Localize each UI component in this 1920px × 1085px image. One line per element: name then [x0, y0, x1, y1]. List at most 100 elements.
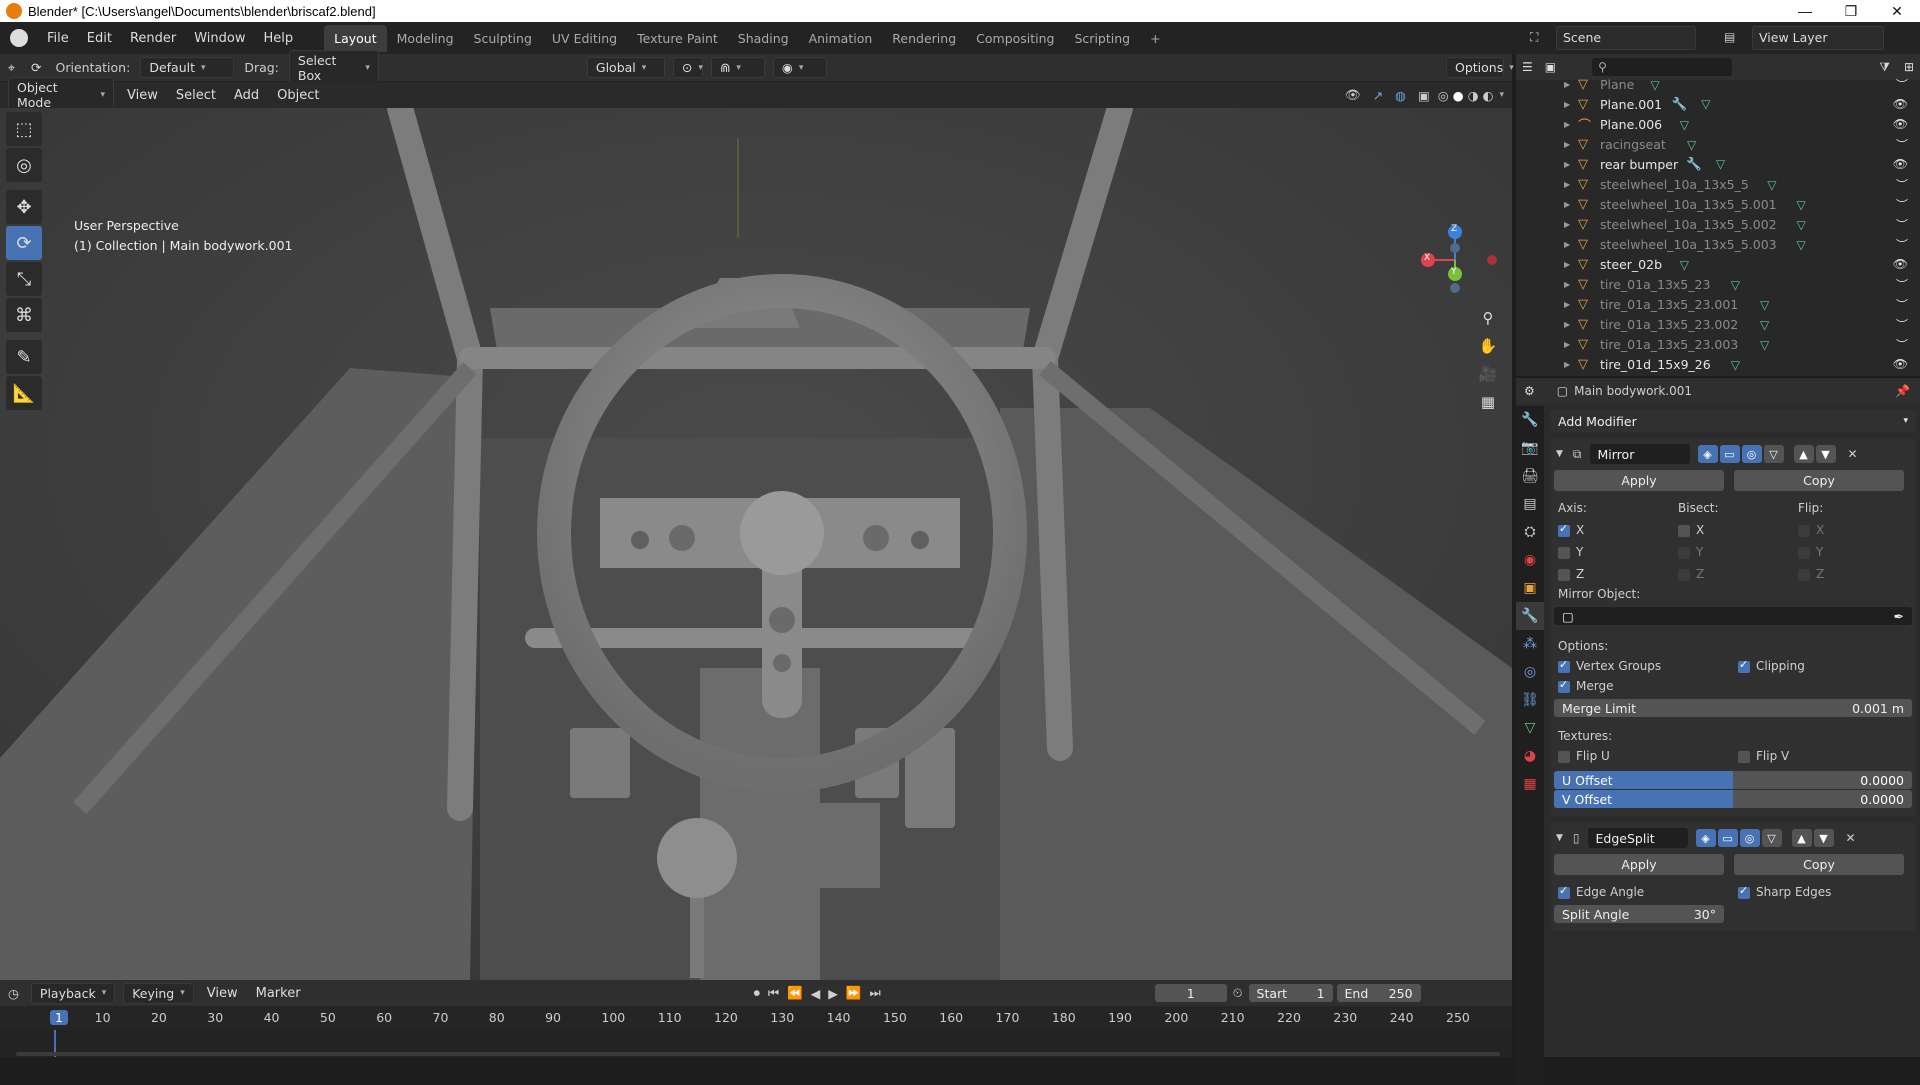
expand-icon[interactable]: ▶ — [1564, 340, 1570, 349]
mesh-data-icon[interactable]: ▽ — [1687, 138, 1696, 152]
tab-shading[interactable]: Shading — [728, 25, 799, 52]
snap-icon[interactable]: ⋒ — [710, 57, 765, 78]
cursor-tool-icon[interactable]: ◎ — [6, 148, 42, 182]
outliner-row[interactable]: ▶ ⌒ Plane.006 ▽ 👁 — [1516, 114, 1920, 134]
mesh-data-icon[interactable]: ▽ — [1767, 178, 1776, 192]
drag-dropdown[interactable]: Select Box — [288, 49, 379, 86]
mesh-data-icon[interactable]: ▽ — [1701, 97, 1710, 111]
render-tab-icon[interactable]: 📷 — [1516, 434, 1544, 462]
close-button[interactable]: ✕ — [1874, 0, 1920, 22]
cage-toggle-icon[interactable]: ▽ — [1763, 445, 1784, 463]
expand-icon[interactable]: ▶ — [1564, 160, 1570, 169]
expand-icon[interactable]: ▶ — [1564, 180, 1570, 189]
shading-options-icon[interactable]: ▾ — [1499, 90, 1504, 100]
add-workspace-button[interactable]: + — [1140, 25, 1170, 52]
display-mode-icon[interactable]: ▣ — [1545, 60, 1556, 74]
outliner-row[interactable]: ▶ ▽ steelwheel_10a_13x5_5.003 ▽ ︶ — [1516, 234, 1920, 254]
tab-animation[interactable]: Animation — [799, 25, 883, 52]
modifier-tab-icon[interactable]: 🔧 — [1516, 602, 1544, 630]
modifier-icon[interactable]: 🔧 — [1686, 156, 1702, 171]
scale-tool-icon[interactable]: ⤡ — [6, 262, 42, 296]
hidden-eye-icon[interactable]: ︶ — [1896, 316, 1908, 333]
mirror-name-field[interactable]: Mirror — [1589, 444, 1690, 464]
material-shading-icon[interactable]: ◑ — [1468, 88, 1479, 103]
mesh-data-icon[interactable]: ▽ — [1797, 198, 1806, 212]
mesh-data-icon[interactable]: ▽ — [1731, 278, 1740, 292]
clipping-checkbox[interactable]: Clipping — [1738, 658, 1805, 673]
transform-tool-icon[interactable]: ⌘ — [6, 298, 42, 332]
viewport-menu-view[interactable]: View — [118, 88, 167, 103]
u-offset-slider[interactable]: U Offset 0.0000 — [1554, 771, 1912, 789]
flip-z-checkbox[interactable]: Z — [1798, 567, 1824, 581]
timeline-editor-icon[interactable]: ◷ — [8, 986, 19, 1001]
editor-type-icon[interactable]: ⌖ — [8, 60, 15, 76]
overlays-toggle-icon[interactable]: ◍ — [1395, 88, 1406, 103]
orientation-dropdown[interactable]: Default — [140, 57, 235, 78]
visibility-icon[interactable]: 👁 — [1345, 87, 1361, 103]
add-modifier-dropdown[interactable]: Add Modifier ▾ — [1550, 410, 1916, 432]
menu-render[interactable]: Render — [121, 31, 185, 46]
scene-selector[interactable]: Scene — [1556, 26, 1696, 50]
playback-menu[interactable]: Playback — [30, 982, 116, 1004]
preview-range-icon[interactable]: ⏲ — [1233, 985, 1243, 1001]
expand-icon[interactable]: ▶ — [1564, 360, 1570, 369]
texture-tab-icon[interactable]: ▦ — [1516, 770, 1544, 798]
edgesplit-collapse-chevron-icon[interactable]: ▼ — [1556, 833, 1563, 843]
frame-ruler[interactable]: 1 10 20 30 40 50 60 70 80 90 100 110 120 130 140 150 160… — [0, 1006, 1512, 1030]
blender-menu-icon[interactable] — [10, 29, 28, 47]
hidden-eye-icon[interactable]: ︶ — [1896, 236, 1908, 253]
transform-orientation-dropdown[interactable]: Global — [586, 57, 665, 78]
merge-limit-field[interactable]: Merge Limit 0.001 m — [1554, 699, 1912, 717]
rendered-shading-icon[interactable]: ◐ — [1483, 88, 1494, 103]
3d-viewport[interactable]: User Perspective (1) Collection | Main b… — [0, 108, 1512, 980]
move-up-icon[interactable]: ▲ — [1793, 445, 1814, 463]
eye-icon[interactable]: 👁 — [1893, 97, 1908, 111]
particles-tab-icon[interactable]: ⁂ — [1516, 630, 1544, 658]
outliner-editor-icon[interactable]: ☰ — [1522, 60, 1533, 74]
expand-icon[interactable]: ▶ — [1564, 80, 1570, 89]
physics-tab-icon[interactable]: ◎ — [1516, 658, 1544, 686]
tab-modeling[interactable]: Modeling — [387, 25, 464, 52]
menu-window[interactable]: Window — [185, 31, 254, 46]
bisect-x-checkbox[interactable]: X — [1678, 523, 1704, 537]
tab-uv-editing[interactable]: UV Editing — [542, 25, 627, 52]
eye-icon[interactable]: 👁 — [1893, 117, 1908, 131]
tab-sculpting[interactable]: Sculpting — [464, 25, 542, 52]
options-dropdown[interactable]: Options — [1446, 57, 1504, 78]
edgesplit-cage-toggle-icon[interactable]: ▽ — [1761, 829, 1782, 847]
tab-rendering[interactable]: Rendering — [882, 25, 966, 52]
view-layer-selector[interactable]: View Layer — [1752, 26, 1884, 50]
flip-x-checkbox[interactable]: X — [1798, 523, 1824, 537]
edgesplit-move-down-icon[interactable]: ▼ — [1813, 829, 1834, 847]
maximize-button[interactable]: ❐ — [1828, 0, 1874, 22]
expand-icon[interactable]: ▶ — [1564, 260, 1570, 269]
mesh-data-icon[interactable]: ▽ — [1797, 218, 1806, 232]
filter-icon[interactable]: ⧩ — [1879, 60, 1890, 75]
xray-toggle-icon[interactable]: ▣ — [1418, 88, 1430, 103]
axis-y-checkbox[interactable]: Y — [1558, 545, 1583, 559]
outliner-row[interactable]: ▶ ▽ tire_01a_13x5_23.003 ▽ ︶ — [1516, 334, 1920, 354]
pan-hand-icon[interactable]: ✋ — [1474, 332, 1502, 360]
expand-icon[interactable]: ▶ — [1564, 100, 1570, 109]
mirror-apply-button[interactable]: Apply — [1554, 470, 1724, 491]
sharp-edges-checkbox[interactable]: Sharp Edges — [1738, 884, 1831, 899]
tab-layout[interactable]: Layout — [324, 24, 387, 52]
jump-start-icon[interactable]: ⏮ — [768, 985, 779, 1001]
select-box-tool-icon[interactable]: ⬚ — [6, 112, 42, 146]
world-tab-icon[interactable]: ◉ — [1516, 546, 1544, 574]
mesh-data-icon[interactable]: ▽ — [1760, 318, 1769, 332]
outliner-row[interactable]: ▶ ▽ rear bumper 🔧 ▽ 👁 — [1516, 154, 1920, 174]
rotate-tool-icon[interactable]: ⟳ — [6, 226, 42, 260]
render-toggle-icon[interactable]: ◎ — [1741, 445, 1762, 463]
flip-u-checkbox[interactable]: Flip U — [1558, 749, 1738, 763]
expand-icon[interactable]: ▶ — [1564, 280, 1570, 289]
pivot-point-icon[interactable]: ⊙ — [672, 57, 703, 78]
hidden-eye-icon[interactable]: ︶ — [1896, 296, 1908, 313]
eyedropper-icon[interactable]: ✒ — [1894, 609, 1904, 624]
edgesplit-editmode-toggle-icon[interactable]: ◈ — [1695, 829, 1716, 847]
modifier-icon[interactable]: 🔧 — [1672, 96, 1688, 111]
outliner-row[interactable]: ▶ ▽ racingseat ▽ ︶ — [1516, 134, 1920, 154]
properties-editor-icon[interactable]: ⚙ — [1524, 384, 1535, 398]
start-frame-field[interactable]: Start 1 — [1248, 984, 1333, 1002]
move-down-icon[interactable]: ▼ — [1815, 445, 1836, 463]
